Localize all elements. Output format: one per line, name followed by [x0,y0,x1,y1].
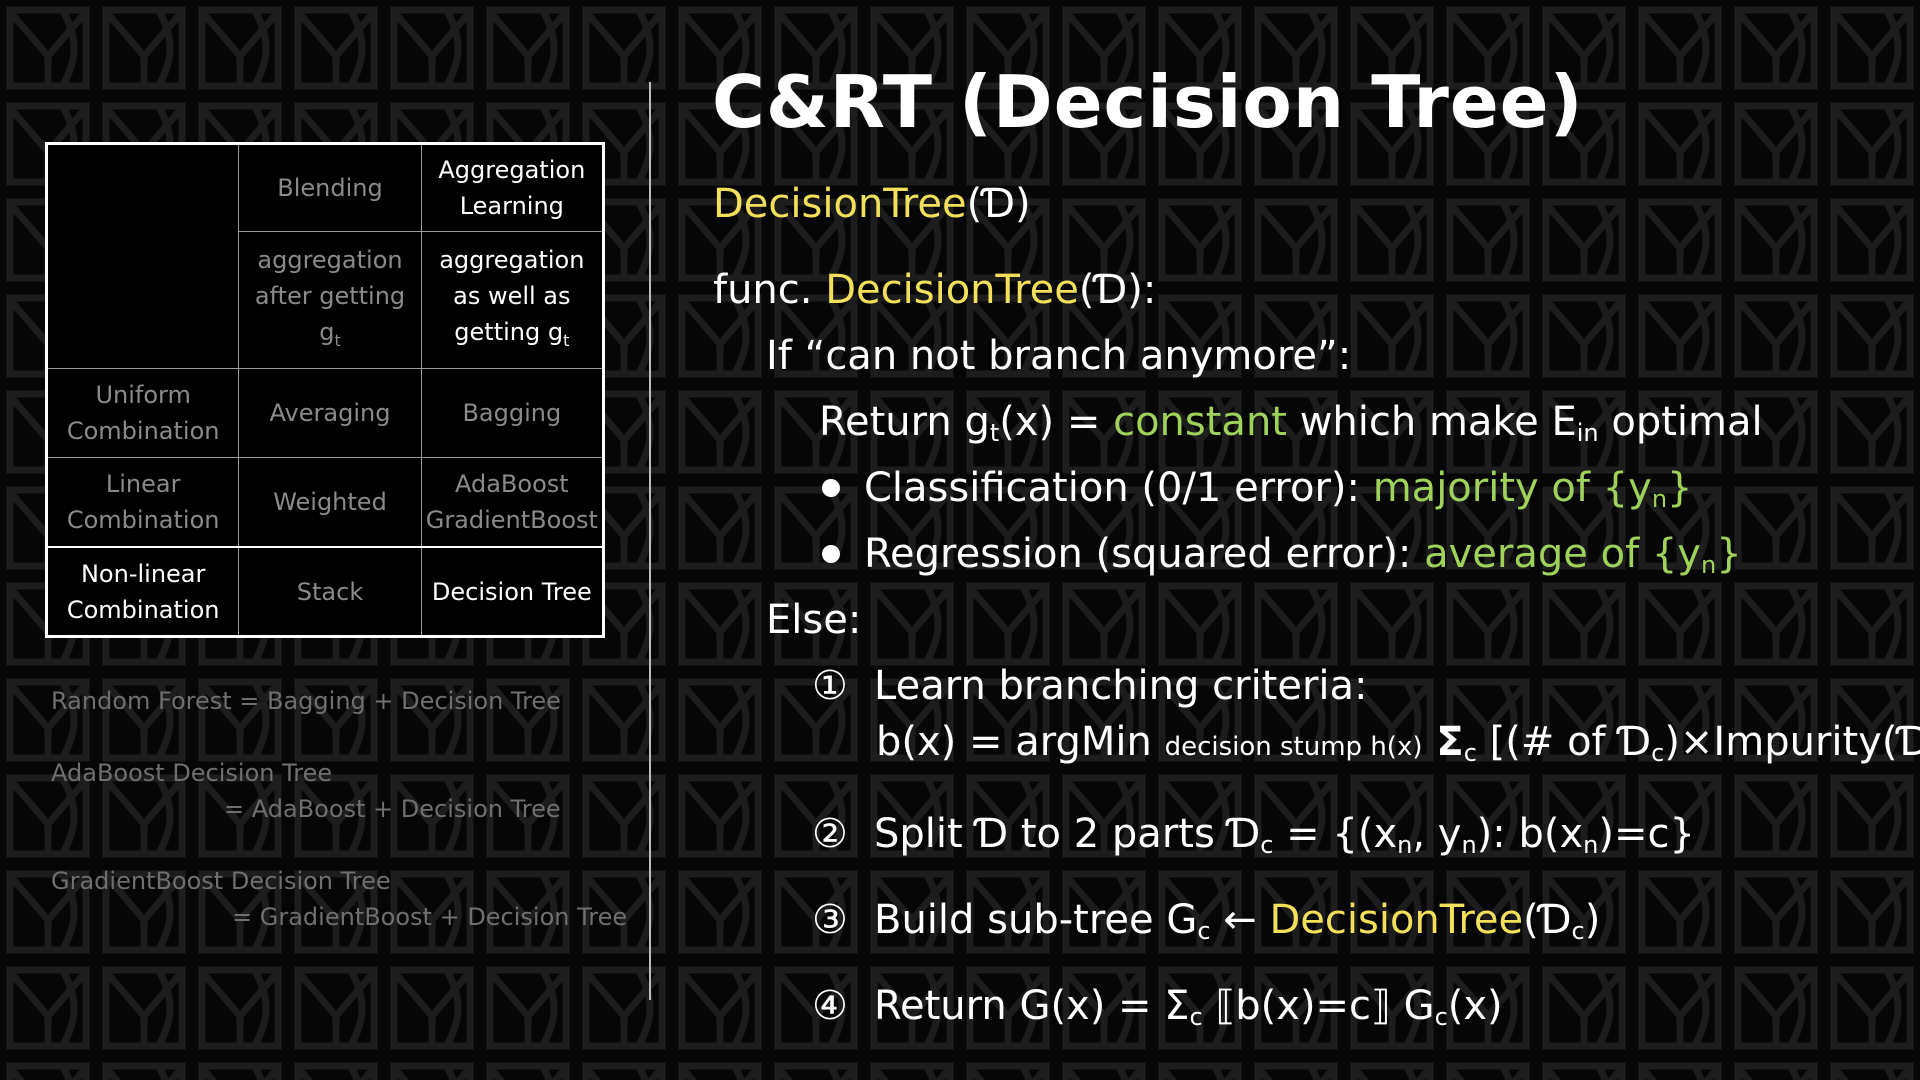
formula-sigma: Σ [1422,719,1464,765]
bullet-regression: Regression (squared error): average of {… [822,530,1742,589]
s3-c: (Ɗ [1523,897,1572,943]
return-d: optimal [1598,399,1763,445]
func-line: func. DecisionTree(Ɗ): [713,266,1156,314]
step-1-formula: b(x) = argMin decision stump h(x) Σc [(#… [876,718,1920,777]
note-adaboost-title: AdaBoost Decision Tree [51,759,333,787]
signature-name: DecisionTree [713,181,967,227]
func-prefix: func. [713,267,826,313]
s4-a: Return G(x) = Σ [874,983,1190,1029]
s3-sub1: c [1197,917,1211,945]
s2-c: , y [1412,811,1462,857]
func-name: DecisionTree [825,267,1079,313]
s3-a: Build sub-tree G [874,897,1198,943]
s4-sub2: c [1434,1003,1448,1031]
table-row: Non-linear Combination Stack Decision Tr… [45,546,605,637]
row-label-linear: Linear Combination [45,457,240,548]
if-line: If “can not branch anymore”: [766,333,1352,379]
formula-small: decision stump h(x) [1164,732,1423,762]
cell-averaging: Averaging [238,367,422,459]
cell-bagging: Bagging [420,367,605,459]
s2-a: Split Ɗ to 2 parts Ɗ [874,811,1261,857]
step-4-number: ④ [812,983,848,1029]
return-c: which make E [1286,399,1577,445]
header-after-getting: aggregation after getting gt [238,231,422,369]
bullet-highlight-b: } [1716,531,1742,577]
formula-b: [(# of Ɗ [1476,719,1652,765]
formula-sub2: c [1651,739,1665,767]
step-1: ① Learn branching criteria: [812,662,1368,710]
formula-c: )×Impurity(Ɗ [1664,719,1920,765]
func-arg: (Ɗ): [1078,267,1157,313]
else-line: Else: [766,597,862,643]
header-after-sub: t [334,330,341,350]
cell-decision-tree: Decision Tree [420,546,605,637]
table-row: Uniform Combination Averaging Bagging [45,367,605,459]
bullet-classification: Classification (0/1 error): majority of … [822,464,1692,523]
s2-e: )=c} [1598,811,1695,857]
row-label-nonlinear: Non-linear Combination [45,546,240,637]
s2-d: ): b(x [1476,811,1584,857]
table-row: Linear Combination Weighted AdaBoost Gra… [45,457,605,548]
bullet-dot-icon [822,545,840,563]
header-blending: Blending [238,142,422,233]
s2-sub1: c [1260,831,1274,859]
step-1-text: Learn branching criteria: [874,663,1368,709]
header-after-text: aggregation after getting g [254,245,406,346]
s4-b: ⟦b(x)=c⟧ G [1202,983,1435,1029]
header-as-well-as: aggregation as well as getting gt [420,231,605,369]
formula-sub: c [1463,739,1477,767]
table-corner-cell [45,143,240,369]
s4-c: (x) [1447,983,1503,1029]
bullet-highlight-a: average of {y [1424,531,1701,577]
formula-a: b(x) = argMin [876,719,1165,765]
step-2: ② Split Ɗ to 2 parts Ɗc = {(xn, yn): b(xn… [812,810,1695,869]
return-b: (x) = [999,399,1114,445]
header-aswell-sub: t [563,330,570,350]
bullet-dot-icon [822,479,840,497]
note-random-forest: Random Forest = Bagging + Decision Tree [51,687,561,715]
s3-d: ) [1584,897,1601,943]
aggregation-table: Blending Aggregation Learning aggregatio… [45,142,605,638]
note-adaboost-eq: = AdaBoost + Decision Tree [224,795,561,823]
bullet-text: Classification (0/1 error): [864,465,1373,511]
step-3: ③ Build sub-tree Gc ← DecisionTree(Ɗc) [812,896,1600,955]
return-a: Return g [819,399,990,445]
page-title: C&RT (Decision Tree) [712,60,1584,144]
bullet-text: Regression (squared error): [864,531,1425,577]
note-gradientboost-eq: = GradientBoost + Decision Tree [232,903,628,931]
bullet-sub: n [1651,485,1668,513]
bullet-highlight-b: } [1667,465,1693,511]
return-c-sub: in [1576,419,1599,447]
cell-adaboost-gradientboost: AdaBoost GradientBoost [420,457,605,548]
step-2-number: ② [812,811,848,857]
s2-b: = {(x [1273,811,1398,857]
signature-line: DecisionTree(Ɗ) [713,180,1031,228]
s3-sub2: c [1571,917,1585,945]
note-gradientboost-title: GradientBoost Decision Tree [51,867,391,895]
header-aggregation-learning: Aggregation Learning [420,142,605,233]
s4-sub1: c [1189,1003,1203,1031]
step-3-number: ③ [812,897,848,943]
row-label-uniform: Uniform Combination [45,367,240,459]
cell-stack: Stack [238,546,422,637]
signature-arg: (Ɗ) [966,181,1031,227]
s2-sub4: n [1583,831,1599,859]
s2-sub2: n [1397,831,1413,859]
s3-b: ← [1210,897,1270,943]
vertical-divider [649,82,651,1000]
return-constant: constant [1113,399,1287,445]
step-1-number: ① [812,663,848,709]
bullet-highlight-a: majority of {y [1372,465,1652,511]
bullet-sub: n [1700,551,1717,579]
s3-highlight: DecisionTree [1269,897,1524,943]
return-line: Return gt(x) = constant which make Ein o… [819,398,1763,457]
s2-sub3: n [1461,831,1477,859]
step-4: ④ Return G(x) = Σc ⟦b(x)=c⟧ Gc(x) [812,982,1503,1041]
cell-weighted: Weighted [238,457,422,548]
return-a-sub: t [989,419,1000,447]
